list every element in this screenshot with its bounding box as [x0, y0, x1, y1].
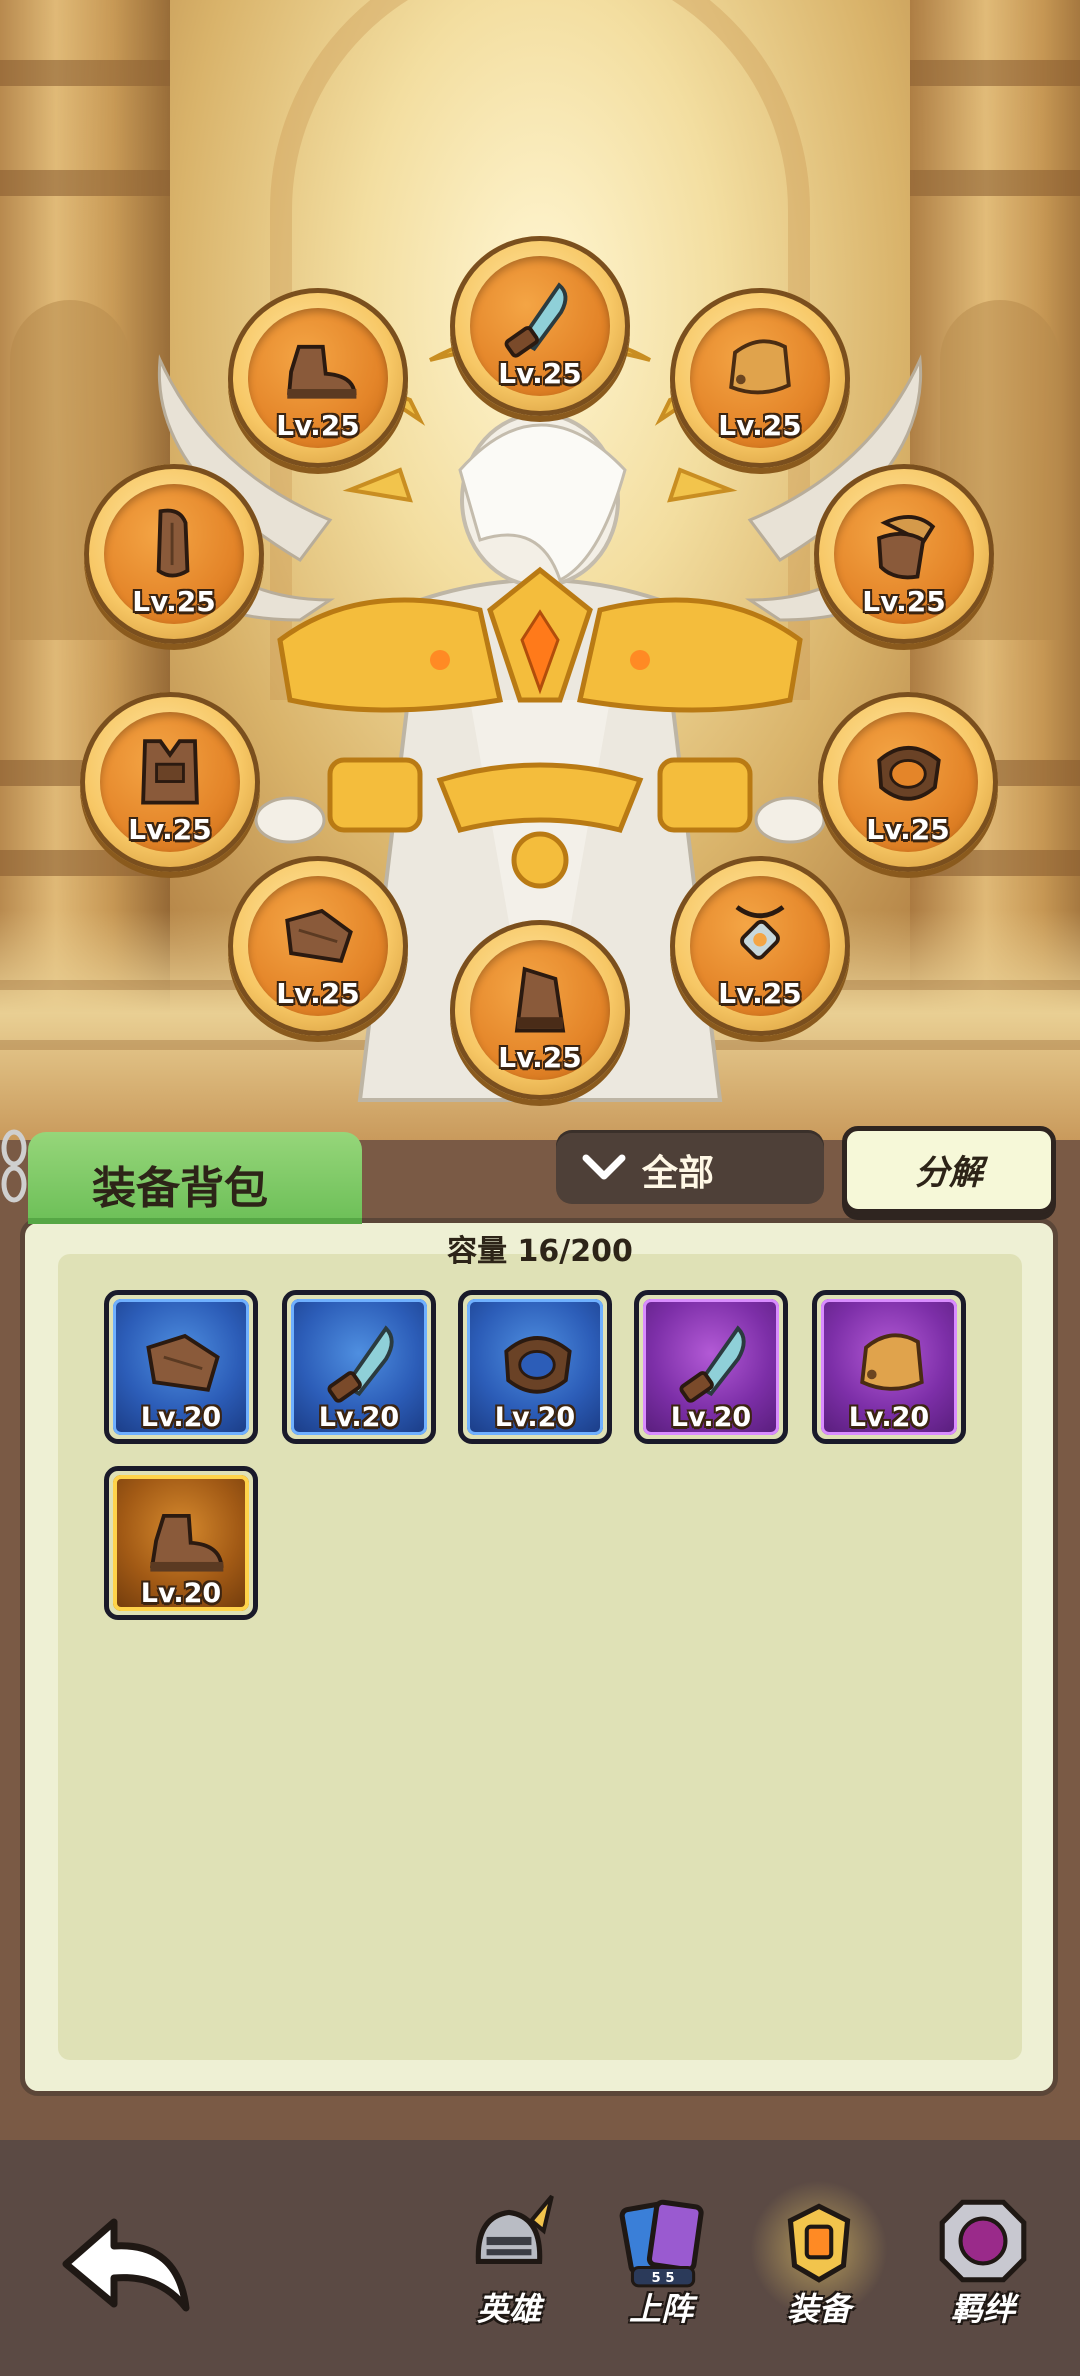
- pauldron-icon: [877, 515, 936, 580]
- back-arrow-icon[interactable]: [56, 2212, 196, 2322]
- equipment-icon: [787, 2203, 851, 2283]
- belt-slot[interactable]: Lv.25: [818, 692, 998, 872]
- knight-helmet-icon: [475, 2194, 554, 2264]
- bag-item[interactable]: Lv.20: [104, 1466, 258, 1620]
- hood-icon: [514, 966, 566, 1033]
- pauldron-slot[interactable]: Lv.25: [814, 464, 994, 644]
- hood-slot[interactable]: Lv.25: [450, 920, 630, 1100]
- bond-emblem-icon: [939, 2199, 1027, 2283]
- bag-item[interactable]: Lv.20: [104, 1290, 258, 1444]
- bag-item[interactable]: Lv.20: [282, 1290, 436, 1444]
- filter-label: 全部: [642, 1153, 715, 1194]
- chevron-down-icon: [582, 1154, 626, 1180]
- bag-item[interactable]: Lv.20: [458, 1290, 612, 1444]
- chest-armor-icon: [141, 739, 199, 805]
- nav-heroes[interactable]: 英雄: [434, 2186, 584, 2336]
- tab-equipment-bag[interactable]: 装备背包: [28, 1132, 362, 1224]
- bracer-icon: [729, 339, 791, 395]
- bag-item[interactable]: Lv.20: [812, 1290, 966, 1444]
- boots-icon: [150, 1513, 224, 1572]
- nav-equipment[interactable]: 装备: [744, 2180, 894, 2336]
- decompose-button[interactable]: 分解: [842, 1126, 1056, 1214]
- leg-armor-icon: [146, 1333, 220, 1392]
- nav-equipment-label: 装备: [786, 2290, 851, 2328]
- boots-slot[interactable]: Lv.25: [228, 288, 408, 468]
- bracer-icon: [860, 1333, 924, 1391]
- dagger-icon: [504, 282, 568, 358]
- gauntlet-slot[interactable]: Lv.25: [84, 464, 264, 644]
- amulet-icon: [735, 905, 785, 960]
- belt-icon: [877, 746, 941, 801]
- nav-deploy-label: 上阵: [628, 2290, 693, 2328]
- nav-heroes-label: 英雄: [476, 2290, 541, 2328]
- deploy-cards-icon: 5 5: [619, 2199, 704, 2288]
- bracer-slot[interactable]: Lv.25: [670, 288, 850, 468]
- nav-bond[interactable]: 羁绊: [908, 2186, 1058, 2336]
- leg-armor-icon: [285, 908, 353, 964]
- amulet-slot[interactable]: Lv.25: [670, 856, 850, 1036]
- boots-icon: [287, 344, 357, 399]
- chest-slot[interactable]: Lv.25: [80, 692, 260, 872]
- capacity-text: 容量 16/200: [447, 1234, 633, 1269]
- belt-icon: [504, 1336, 572, 1394]
- weapon-slot[interactable]: Lv.25: [450, 236, 630, 416]
- decompose-label: 分解: [915, 1153, 983, 1193]
- bag-item[interactable]: Lv.20: [634, 1290, 788, 1444]
- leg-slot[interactable]: Lv.25: [228, 856, 408, 1036]
- tab-equipment-bag-label: 装备背包: [92, 1163, 268, 1214]
- nav-bond-label: 羁绊: [950, 2290, 1015, 2328]
- nav-deploy[interactable]: 5 5 上阵: [586, 2186, 736, 2336]
- filter-dropdown[interactable]: 全部: [556, 1130, 824, 1204]
- dagger-icon: [679, 1325, 746, 1403]
- gauntlet-icon: [156, 508, 190, 578]
- dagger-icon: [327, 1325, 394, 1403]
